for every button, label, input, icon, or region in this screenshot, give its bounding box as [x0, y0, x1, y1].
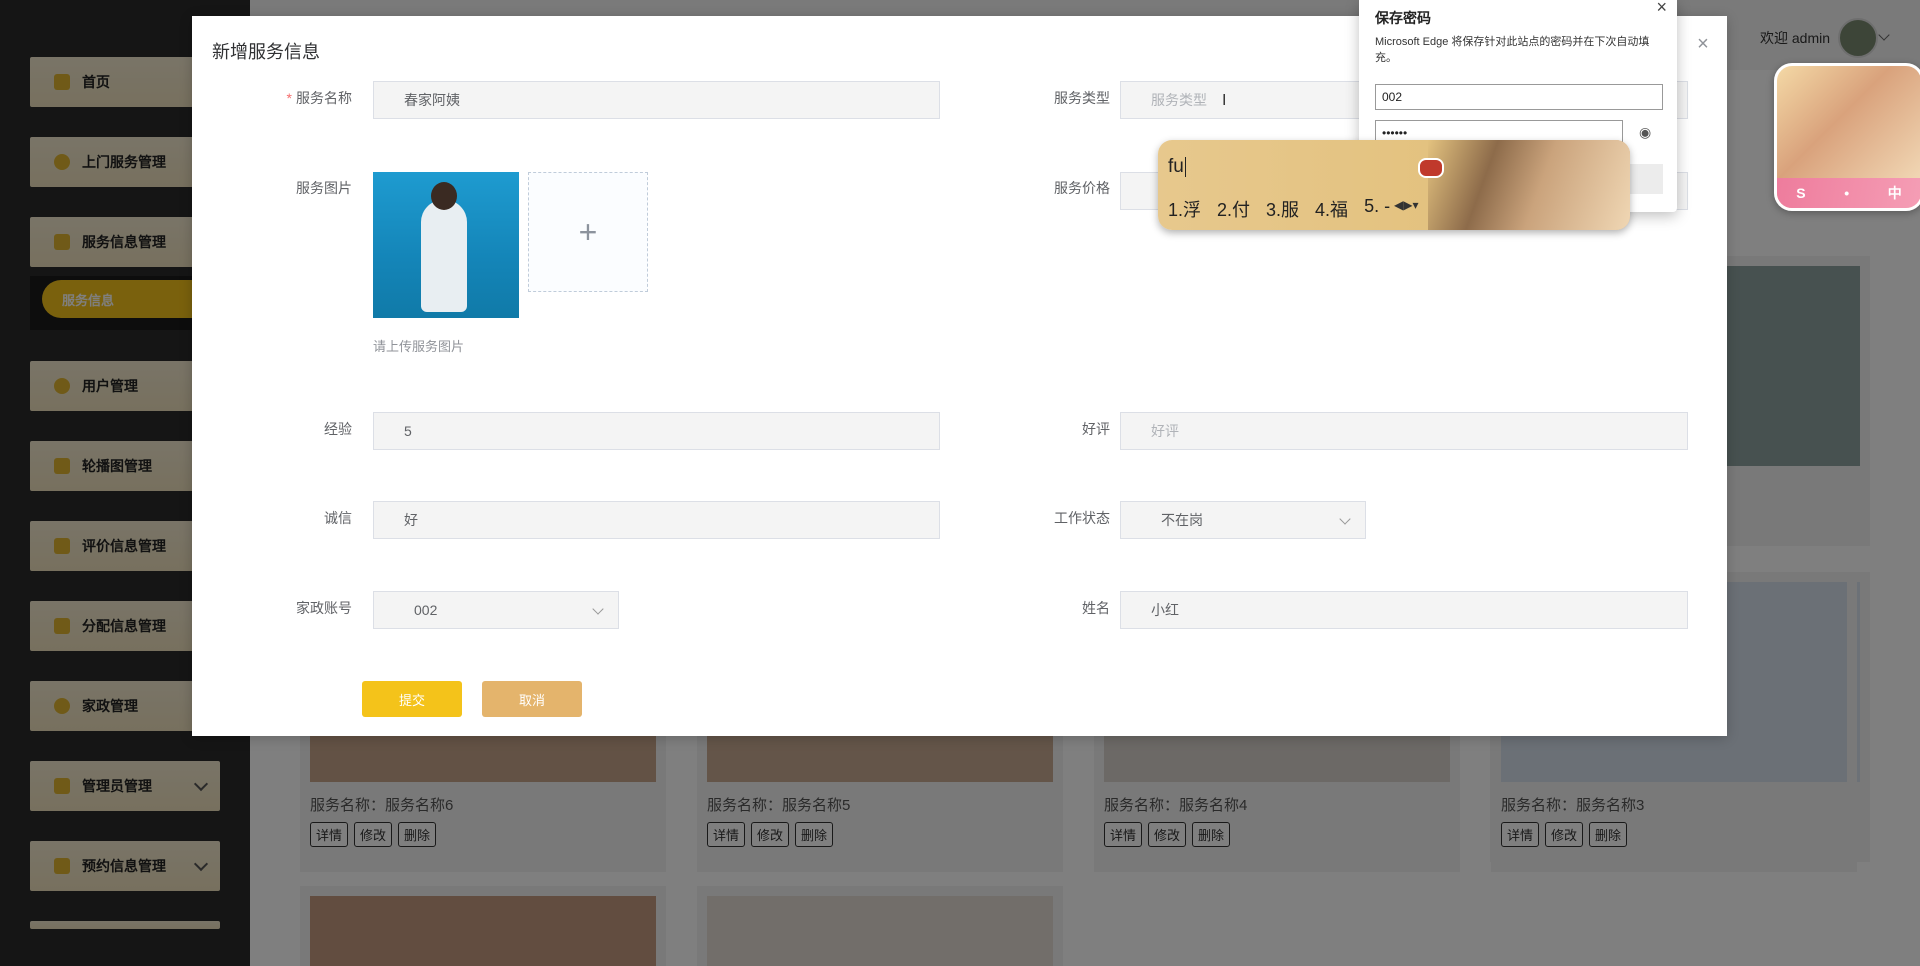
upload-hint: 请上传服务图片: [373, 339, 465, 354]
ime-language-toggle[interactable]: 中: [1888, 183, 1902, 203]
submit-button[interactable]: 提交: [362, 681, 462, 717]
ime-candidate[interactable]: 1.浮: [1168, 196, 1201, 222]
ime-shirt-icon[interactable]: •: [1844, 185, 1849, 201]
service-price-label: 服务价格: [1054, 180, 1110, 196]
rating-input[interactable]: 好评: [1120, 412, 1688, 450]
integrity-input[interactable]: 好: [373, 501, 940, 539]
experience-input[interactable]: 5: [373, 412, 940, 450]
account-select[interactable]: 002: [373, 591, 619, 629]
ime-candidates: 1.浮 2.付 3.服 4.福 5. -: [1168, 196, 1390, 222]
ime-s-icon[interactable]: S: [1796, 185, 1805, 201]
popup-action-button[interactable]: [1629, 164, 1663, 194]
upload-add-button[interactable]: +: [528, 172, 648, 292]
ime-candidate-window: fu 1.浮 2.付 3.服 4.福 5. - ◀▶▾: [1158, 140, 1630, 230]
popup-title: 保存密码: [1375, 10, 1431, 26]
close-icon[interactable]: ×: [1656, 0, 1667, 18]
ime-toolbar: S • 中: [1777, 178, 1920, 208]
name-input[interactable]: 小红: [1120, 591, 1688, 629]
dialog-title: 新增服务信息: [212, 42, 320, 62]
work-status-select[interactable]: 不在岗: [1120, 501, 1366, 539]
name-label: 姓名: [1082, 600, 1110, 616]
chevron-down-icon: [592, 603, 604, 615]
ime-floating-widget[interactable]: S • 中: [1774, 63, 1920, 211]
popup-description: Microsoft Edge 将保存针对此站点的密码并在下次自动填充。: [1375, 36, 1650, 64]
cancel-button[interactable]: 取消: [482, 681, 582, 717]
ime-logo-icon[interactable]: [1418, 158, 1444, 178]
eye-icon[interactable]: ◉: [1639, 124, 1651, 141]
integrity-label: 诚信: [324, 510, 352, 526]
ime-skin-image: [1428, 140, 1630, 230]
service-name-label: * 服务名称: [286, 90, 352, 106]
ime-candidate[interactable]: 3.服: [1266, 196, 1299, 222]
image-figure: [421, 200, 467, 312]
experience-label: 经验: [324, 421, 352, 437]
ime-candidate[interactable]: 2.付: [1217, 196, 1250, 222]
text-cursor-icon: I: [1222, 92, 1227, 109]
rating-label: 好评: [1082, 421, 1110, 437]
service-type-label: 服务类型: [1054, 90, 1110, 106]
chevron-down-icon: [1339, 513, 1351, 525]
service-image-label: 服务图片: [296, 180, 352, 196]
service-name-input[interactable]: 春家阿姨: [373, 81, 940, 119]
ime-composition: fu: [1168, 156, 1186, 177]
close-icon[interactable]: ×: [1695, 34, 1711, 54]
username-field[interactable]: 002: [1375, 84, 1663, 110]
ime-candidate[interactable]: 5. -: [1364, 196, 1390, 222]
uploaded-service-image[interactable]: [373, 172, 519, 318]
account-label: 家政账号: [296, 600, 352, 616]
ime-page-arrows-icon[interactable]: ◀▶▾: [1394, 198, 1418, 212]
image-figure-head: [431, 182, 457, 210]
ime-candidate[interactable]: 4.福: [1315, 196, 1348, 222]
work-status-label: 工作状态: [1054, 510, 1110, 526]
